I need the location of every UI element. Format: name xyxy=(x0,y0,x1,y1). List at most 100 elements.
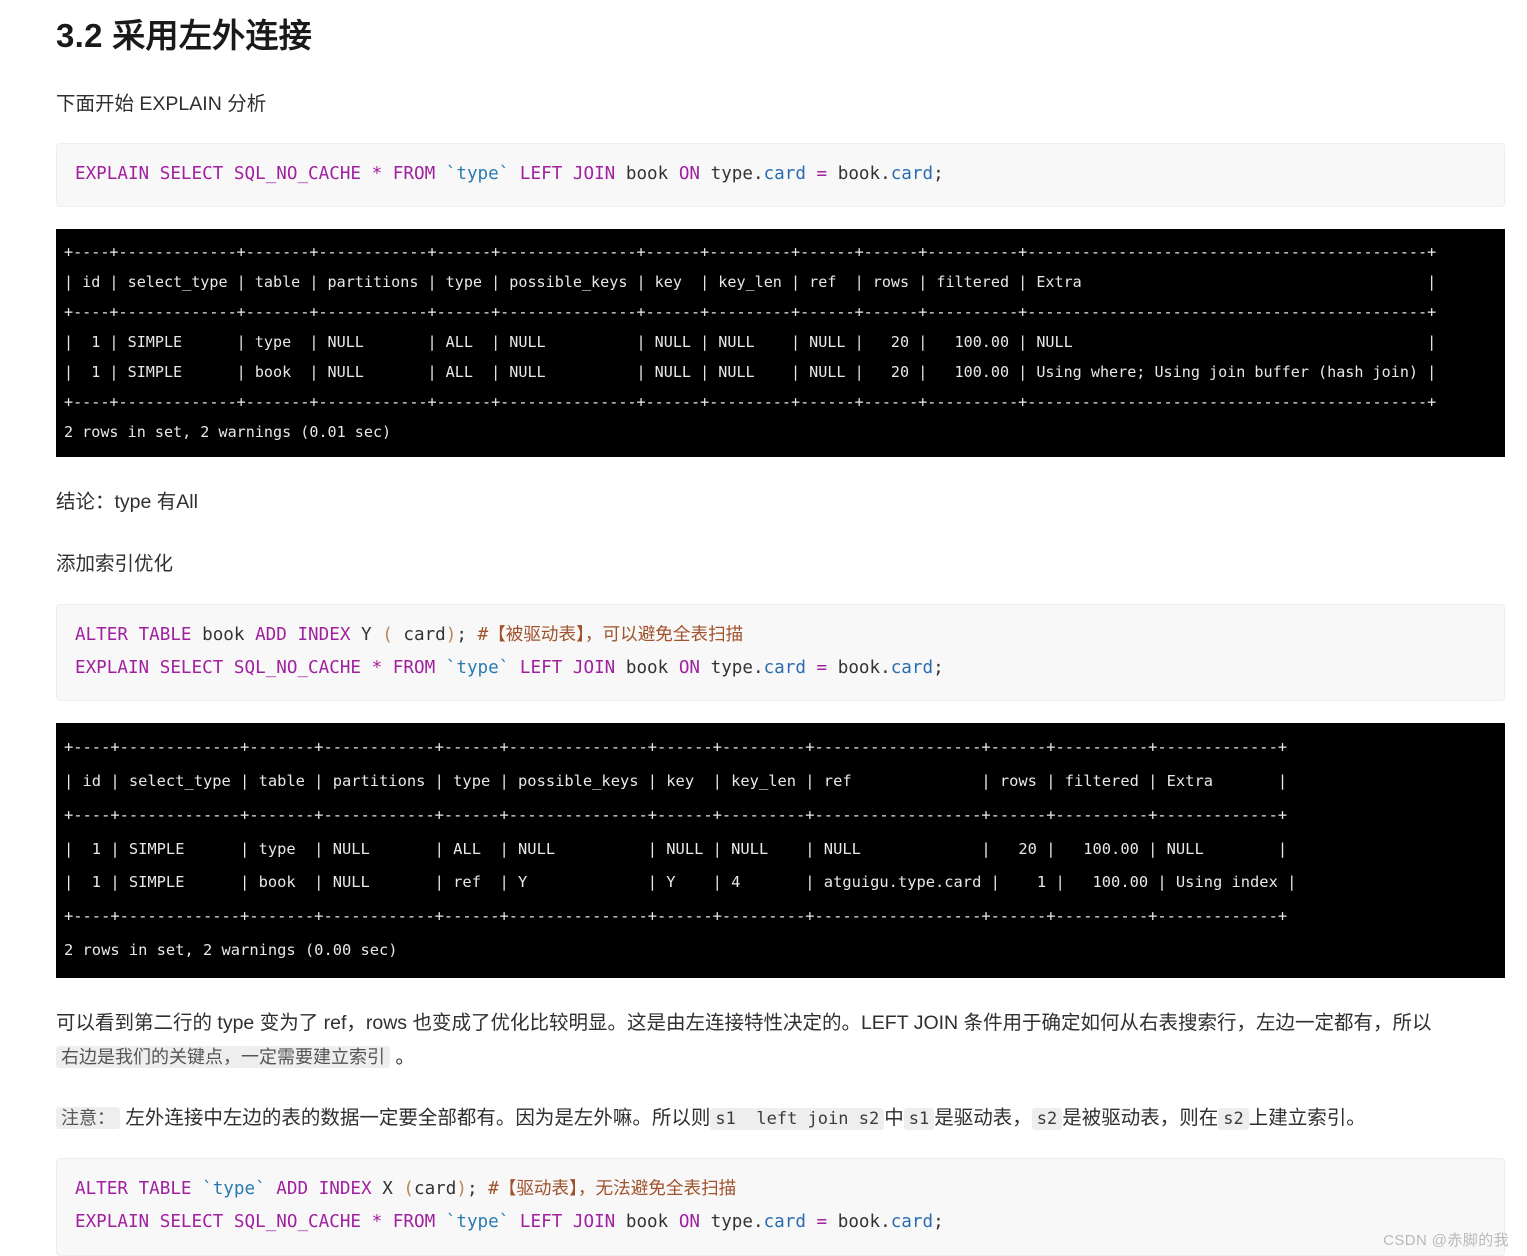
code-token: . xyxy=(752,657,764,678)
code-token: `type` xyxy=(445,1212,510,1233)
code-token: SELECT xyxy=(159,657,224,678)
conclusion-paragraph: 结论：type 有All xyxy=(56,491,198,514)
terminal-output-1: +----+-------------+-------+------------… xyxy=(56,229,1505,458)
code-token: #【驱动表】，无法避免全表扫描 xyxy=(488,1178,737,1199)
code-token: ; xyxy=(933,657,944,678)
code-token: SELECT xyxy=(159,163,224,184)
terminal-line: | 1 | SIMPLE | type | NULL | ALL | NULL … xyxy=(64,839,1288,858)
code-token: JOIN xyxy=(572,657,616,678)
code-token: #【被驱动表】，可以避免全表扫描 xyxy=(477,624,744,645)
code-token: = xyxy=(816,163,828,184)
code-token: SQL_NO_CACHE xyxy=(233,1212,362,1233)
terminal-line: +----+-------------+-------+------------… xyxy=(64,243,1437,262)
code-token: * xyxy=(371,1212,383,1233)
code-block-alter-book[interactable]: ALTER TABLE book ADD INDEX Y ( card); #【… xyxy=(56,603,1505,702)
code-token: book xyxy=(625,657,669,678)
note-text-5: 上建立索引。 xyxy=(1248,1106,1366,1129)
code-token: type xyxy=(710,163,753,184)
terminal-line: +----+-------------+-------+------------… xyxy=(64,907,1288,926)
code-token: EXPLAIN xyxy=(75,163,150,184)
code-token: Y xyxy=(361,624,372,645)
code-token: . xyxy=(752,163,764,184)
code-token: JOIN xyxy=(572,163,616,184)
note-text-2: 中 xyxy=(884,1106,904,1129)
code-token: ON xyxy=(678,657,701,678)
code-token: ; xyxy=(456,624,478,645)
terminal-line: +----+-------------+-------+------------… xyxy=(64,393,1437,412)
code-token: card xyxy=(763,163,806,184)
code-token: card xyxy=(890,657,934,678)
code-token: * xyxy=(371,657,383,678)
note-block: 注意： 左外连接中左边的表的数据一定要全部都有。因为是左外嘛。所以则 s1 lef… xyxy=(56,1100,1505,1136)
code-token: type xyxy=(710,657,753,678)
code-token: * xyxy=(371,163,383,184)
code-line: EXPLAIN SELECT SQL_NO_CACHE * FROM `type… xyxy=(75,652,1486,685)
explanation-text-2: 。 xyxy=(390,1045,415,1068)
note-text-4: 是被驱动表，则在 xyxy=(1062,1106,1219,1129)
page-title: 3.2 采用左外连接 xyxy=(56,17,313,54)
code-token: . xyxy=(880,163,891,184)
code-token: LEFT xyxy=(519,1212,563,1233)
code-token: SQL_NO_CACHE xyxy=(233,163,362,184)
code-token: ALTER xyxy=(75,1178,128,1199)
code-token: card xyxy=(403,624,446,645)
code-block-alter-type[interactable]: ALTER TABLE `type` ADD INDEX X (card); #… xyxy=(56,1157,1505,1256)
code-token: ; xyxy=(933,163,944,184)
code-token: TABLE xyxy=(138,1178,192,1199)
code-token: `type` xyxy=(445,657,510,678)
explanation-text-1: 可以看到第二行的 type 变为了 ref，rows 也变成了优化比较明显。这是… xyxy=(56,1011,1432,1034)
code-line: ALTER TABLE `type` ADD INDEX X (card); #… xyxy=(75,1173,1486,1206)
code-token: ) xyxy=(456,1178,467,1199)
code-token: ADD xyxy=(255,624,287,645)
code-block-explain-1[interactable]: EXPLAIN SELECT SQL_NO_CACHE * FROM `type… xyxy=(56,142,1505,208)
note-text-3: 是驱动表， xyxy=(934,1106,1032,1129)
note-label-chip: 注意： xyxy=(56,1106,120,1129)
code-token: card xyxy=(763,1212,806,1233)
terminal-line: 2 rows in set, 2 warnings (0.01 sec) xyxy=(64,423,392,442)
code-token: EXPLAIN xyxy=(75,657,150,678)
terminal-line: | id | select_type | table | partitions … xyxy=(64,772,1288,791)
code-token: TABLE xyxy=(138,624,192,645)
code-token: ( xyxy=(382,624,393,645)
code-token: INDEX xyxy=(297,624,351,645)
watermark-text: CSDN @赤脚的我 xyxy=(1383,1231,1509,1249)
inline-chip-s1: s1 xyxy=(903,1107,935,1130)
code-token: book xyxy=(625,1212,669,1233)
code-token: . xyxy=(880,1212,891,1233)
code-token: ; xyxy=(466,1178,489,1199)
code-token: ) xyxy=(445,624,457,645)
code-token: FROM xyxy=(392,657,436,678)
code-token: book xyxy=(202,624,245,645)
terminal-line: | 1 | SIMPLE | book | NULL | ALL | NULL … xyxy=(64,363,1437,382)
code-line: EXPLAIN SELECT SQL_NO_CACHE * FROM `type… xyxy=(75,158,1486,191)
